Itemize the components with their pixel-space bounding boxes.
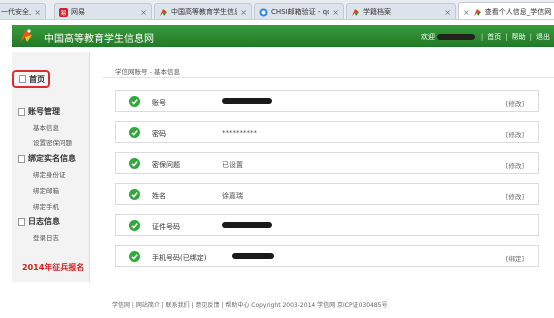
chsi-icon	[159, 8, 168, 17]
sidebar-item-bind-email[interactable]: 绑定邮箱	[33, 185, 59, 195]
header-user-links: 欢迎 | 首页 | 帮助 | 退出	[421, 32, 550, 42]
row-label: 账号	[152, 99, 166, 107]
edit-link[interactable]: [修改]	[506, 191, 524, 201]
row-value: 已设置	[222, 161, 243, 169]
bind-link[interactable]: [绑定]	[506, 253, 524, 263]
tab-title: 一代安全上网	[1, 8, 31, 16]
divider: |	[505, 33, 508, 41]
breadcrumb: 学信网账号 - 基本信息	[115, 68, 180, 76]
row-value: **********	[222, 129, 257, 137]
sidebar-item-label: 首页	[29, 74, 45, 84]
info-row-security-question: 密保问题 已设置 [修改]	[115, 152, 539, 174]
close-icon[interactable]: ×	[240, 8, 247, 17]
welcome-text: 欢迎	[420, 33, 435, 41]
document-icon	[19, 75, 26, 83]
divider	[103, 77, 554, 78]
document-icon	[18, 154, 25, 163]
browser-tab-bar: 一代安全上网 × 易 网易 × 中国高等教育学生信息网 × CHSI邮箱验证 -…	[0, 0, 554, 20]
info-row-id-number: 证件号码	[115, 214, 539, 236]
sidebar-group-realname[interactable]: 绑定实名信息	[18, 153, 76, 164]
header-link-help[interactable]: 帮助	[512, 32, 526, 42]
browser-tab-5-active[interactable]: × 查看个人信息_学信网	[458, 2, 554, 19]
row-label: 姓名	[152, 192, 166, 200]
sidebar-group-account[interactable]: 账号管理	[18, 106, 60, 117]
tab-title: 中国高等教育学生信息网	[171, 8, 237, 16]
site-title: 中国高等教育学生信息网	[44, 34, 154, 45]
main-panel: 学信网账号 - 基本信息 账号 [修改] 密码 ********** [修改] …	[103, 60, 554, 272]
info-row-phone: 手机号码(已绑定) [绑定]	[115, 245, 539, 267]
sidebar-item-bind-phone[interactable]: 绑定手机	[33, 201, 59, 211]
check-icon	[129, 127, 140, 138]
check-icon	[129, 189, 140, 200]
close-icon[interactable]: ×	[332, 8, 339, 17]
sidebar-item-basic-info[interactable]: 基本信息	[33, 122, 59, 132]
check-icon	[129, 158, 140, 169]
header-link-logout[interactable]: 退出	[536, 32, 550, 42]
browser-tab-3[interactable]: CHSI邮箱验证 - qq邮箱 ×	[254, 3, 344, 19]
row-label: 密保问题	[152, 161, 180, 169]
sidebar-item-home[interactable]: 首页	[12, 70, 50, 88]
page-footer: 学信网 | 网站简介 | 联系我们 | 意见反馈 | 帮助中心 Copyrigh…	[112, 302, 388, 309]
divider: |	[480, 33, 484, 41]
chsi-logo-icon[interactable]	[18, 28, 34, 44]
sidebar-item-login-log[interactable]: 登录日志	[33, 232, 59, 242]
redacted-value	[222, 98, 272, 104]
info-row-name: 姓名 徐嘉瑞 [修改]	[115, 183, 539, 205]
sidebar-group-logs[interactable]: 日志信息	[18, 216, 60, 227]
browser-tab-2[interactable]: 中国高等教育学生信息网 ×	[154, 3, 252, 19]
tab-title: CHSI邮箱验证 - qq邮箱	[271, 8, 329, 16]
redacted-username	[436, 34, 475, 40]
chsi-icon	[351, 8, 360, 17]
redacted-value	[232, 253, 274, 259]
row-label: 密码	[152, 130, 166, 138]
chsi-icon	[473, 8, 482, 17]
browser-tab-0[interactable]: 一代安全上网 ×	[0, 3, 46, 19]
close-icon[interactable]: ×	[34, 8, 41, 17]
browser-tab-4[interactable]: 学籍档案 ×	[346, 3, 456, 19]
divider: |	[529, 33, 532, 41]
info-row-account: 账号 [修改]	[115, 90, 539, 112]
edit-link[interactable]: [修改]	[506, 98, 524, 108]
row-label: 证件号码	[152, 223, 180, 231]
header-link-home[interactable]: 首页	[487, 32, 501, 42]
check-icon	[129, 251, 140, 262]
tab-title: 网易	[71, 8, 85, 16]
row-label: 手机号码(已绑定)	[152, 254, 207, 262]
sidebar-item-bind-id[interactable]: 绑定身份证	[33, 169, 66, 179]
sidebar: 首页 账号管理 基本信息 设置密保问题 绑定实名信息 绑定身份证 绑定邮箱 绑定…	[12, 52, 90, 282]
check-icon	[129, 220, 140, 231]
close-icon[interactable]: ×	[444, 8, 451, 17]
sidebar-group-title: 绑定实名信息	[28, 154, 76, 163]
sidebar-promo-link[interactable]: 2014年征兵报名	[22, 262, 84, 273]
info-row-password: 密码 ********** [修改]	[115, 121, 539, 143]
row-value: 徐嘉瑞	[222, 192, 243, 200]
qq-icon	[259, 8, 268, 17]
svg-text:易: 易	[60, 10, 66, 17]
site-header: 中国高等教育学生信息网 欢迎 | 首页 | 帮助 | 退出	[12, 25, 554, 47]
tab-title: 查看个人信息_学信网	[484, 8, 552, 16]
sidebar-group-title: 日志信息	[28, 217, 60, 226]
edit-link[interactable]: [修改]	[506, 160, 524, 170]
document-icon	[18, 107, 25, 116]
browser-tab-1[interactable]: 易 网易 ×	[54, 3, 152, 19]
tab-title: 学籍档案	[363, 8, 391, 16]
document-icon	[18, 217, 25, 226]
close-icon[interactable]: ×	[463, 8, 470, 17]
check-icon	[129, 96, 140, 107]
netease-icon: 易	[59, 7, 68, 17]
sidebar-item-security-question[interactable]: 设置密保问题	[33, 137, 72, 147]
sidebar-group-title: 账号管理	[28, 107, 60, 116]
close-icon[interactable]: ×	[140, 8, 147, 17]
edit-link[interactable]: [修改]	[506, 129, 524, 139]
redacted-value	[222, 222, 272, 228]
